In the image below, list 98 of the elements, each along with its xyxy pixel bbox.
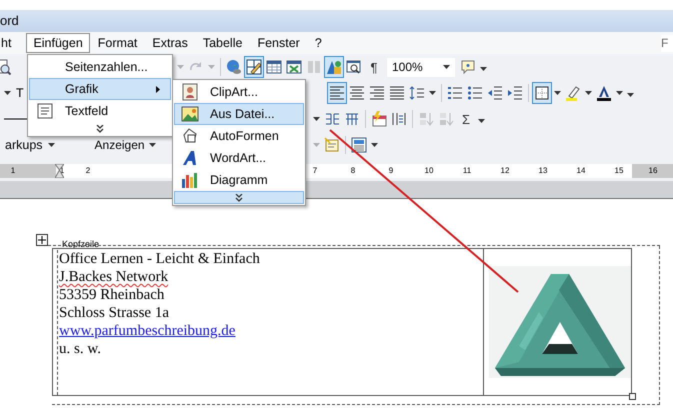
menu-item[interactable]: ? [308, 33, 329, 53]
indent-icon [507, 85, 523, 101]
text-box-icon [36, 102, 54, 120]
columns-icon [306, 59, 322, 75]
caret-icon [371, 143, 378, 147]
globe-icon [226, 59, 242, 75]
window-title: ord [0, 12, 19, 30]
ruler-number: 7 [312, 166, 318, 176]
menu-item[interactable]: Fenster [250, 33, 307, 53]
help-field[interactable]: F [661, 34, 673, 52]
caret-icon [554, 91, 561, 95]
toolbar-button[interactable]: ¶ [364, 56, 384, 78]
ruler-number: 15 [614, 166, 624, 176]
header-label: Kopfzeile [62, 239, 100, 249]
ruler-number: 9 [388, 166, 394, 176]
expand-icon [96, 124, 104, 132]
ruler-number: 10 [424, 166, 434, 176]
menu-item[interactable]: Textfeld [29, 100, 171, 122]
sort-descending-icon [438, 111, 454, 127]
menu-item[interactable]: AutoFormen [174, 125, 304, 147]
caret-icon [443, 65, 450, 69]
wordart-icon [181, 149, 199, 167]
submenu-arrow-icon [156, 86, 160, 93]
ruler-number: 8 [350, 166, 356, 176]
table-icon [266, 59, 282, 75]
menu-item[interactable]: ClipArt... [174, 81, 304, 103]
toolbar-label: T [15, 84, 25, 102]
bar-chart-icon [181, 171, 199, 189]
caret-icon [148, 143, 156, 147]
text-line: u. s. w. [59, 340, 101, 358]
justify-icon [389, 85, 405, 101]
menu-item[interactable]: Tabelle [196, 33, 250, 53]
bulleted-list-icon [467, 85, 483, 101]
pencil-grid-icon [246, 59, 262, 75]
menu-item[interactable]: ht [0, 33, 18, 53]
caret-icon [177, 65, 184, 69]
landscape-icon [181, 105, 199, 123]
highlighter-icon [565, 85, 581, 101]
caret-icon [429, 91, 436, 95]
toolbar-label: arkups [4, 136, 44, 154]
document-icon [351, 137, 367, 153]
text-line: J.Backes Network [59, 268, 168, 286]
text-line: 53359 Rheinbach [59, 286, 164, 304]
shapes-icon [326, 59, 342, 75]
caret-icon [208, 65, 215, 69]
help-icon [460, 59, 476, 75]
menu-item[interactable]: Grafik [29, 78, 171, 100]
menu-item[interactable]: Diagramm [174, 169, 304, 191]
caret-icon [616, 91, 623, 95]
ruler-number: 11 [462, 166, 472, 176]
ruler-number: 2 [84, 166, 92, 176]
text-line: Schloss Strasse 1a [59, 304, 169, 322]
line-spacing-icon [409, 85, 425, 101]
align-left-icon [329, 85, 345, 101]
toolbar-button[interactable] [532, 82, 552, 104]
ruler-number: 16 [648, 166, 658, 176]
caret-icon [585, 91, 592, 95]
caret-icon [48, 143, 55, 147]
menu-item[interactable]: WordArt... [174, 147, 304, 169]
menu-item[interactable]: Aus Datei... [174, 103, 304, 125]
review-icon [324, 137, 340, 153]
magnifier-page-icon [346, 59, 362, 75]
zoom-field[interactable]: 100% [387, 58, 455, 76]
ruler-number: 1 [10, 166, 16, 176]
border-icon [534, 85, 550, 101]
caret-icon [313, 143, 320, 147]
expand-icon [235, 194, 243, 202]
clipart-icon [181, 83, 199, 101]
distribute-icon [391, 111, 407, 127]
resize-handle[interactable] [629, 393, 636, 400]
shapes-outline-icon [181, 127, 199, 145]
menu-item[interactable]: Einfügen [26, 33, 90, 53]
menu-button[interactable]: Anzeigen [90, 134, 160, 156]
ruler-number: 14 [576, 166, 586, 176]
align-center-icon [349, 85, 365, 101]
toolbar-button[interactable]: Σ [456, 108, 476, 130]
menu-item[interactable]: Seitenzahlen... [29, 56, 171, 78]
caret-icon [313, 117, 320, 121]
sort-ascending-icon [418, 111, 434, 127]
move-handle-icon [36, 234, 48, 246]
spreadsheet-icon [286, 59, 302, 75]
align-right-icon [369, 85, 385, 101]
table-grid-icon [344, 111, 360, 127]
link[interactable]: www.parfumbeschreibung.de [59, 322, 236, 340]
toolbar-button[interactable] [327, 82, 347, 104]
ruler-number: 13 [538, 166, 548, 176]
menu-item[interactable]: Format [90, 33, 144, 53]
numbered-list-icon [447, 85, 463, 101]
caret-icon [4, 91, 11, 95]
toolbar-button[interactable] [244, 56, 264, 78]
font-color-icon [596, 85, 612, 101]
ruler-number: 12 [500, 166, 510, 176]
split-cells-icon [324, 111, 340, 127]
table-lightning-icon [371, 111, 387, 127]
outdent-icon [487, 85, 503, 101]
indent-marker-icon [55, 164, 64, 178]
text-line: Office Lernen - Leicht & Einfach [59, 250, 260, 268]
menu-item[interactable]: Extras [145, 33, 195, 53]
